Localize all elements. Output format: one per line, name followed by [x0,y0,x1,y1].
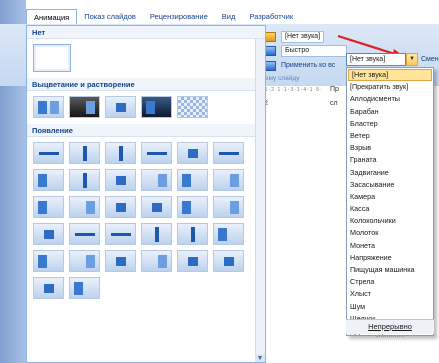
resize-grip[interactable] [376,336,404,339]
section-title-appear: Появление [27,124,265,137]
transition-thumb[interactable] [141,96,172,118]
transition-thumb[interactable] [141,196,172,218]
gallery-grid-none [27,39,265,72]
transition-thumb[interactable] [141,250,172,272]
dropdown-item[interactable]: Ветер [347,130,433,142]
apply-all-icon [265,60,276,71]
transition-none-thumb[interactable] [33,44,71,72]
transition-thumb[interactable] [69,250,100,272]
transition-thumb[interactable] [105,96,136,118]
transition-thumb[interactable] [69,169,100,191]
apply-all-button[interactable]: Применить ко вс [281,62,335,69]
sound-select[interactable]: [Нет звука] [281,30,325,43]
transition-thumb[interactable] [177,223,208,245]
transition-thumb[interactable] [69,223,100,245]
dropdown-item[interactable]: Касса [347,203,433,215]
section-title-none: Нет [27,26,265,39]
gallery-grid-fade [27,91,265,118]
dropdown-item[interactable]: Молоток [347,227,433,239]
transition-thumb[interactable] [213,250,244,272]
transition-thumb[interactable] [177,250,208,272]
transition-thumb[interactable] [177,169,208,191]
dropdown-item[interactable]: Аплодисменты [347,93,433,105]
apply-all-control: Применить ко вс [265,59,335,72]
transition-gallery: Нет Выцветание и растворение Появление ▼ [26,25,266,363]
transition-thumb[interactable] [141,223,172,245]
transition-thumb[interactable] [33,142,64,164]
sound-control: [Нет звука] [265,30,325,43]
dropdown-item[interactable]: Напряжение [347,252,433,264]
transition-thumb[interactable] [213,223,244,245]
sound-dropdown-list: [Нет звука] [Прекратить звук] Аплодисмен… [346,67,434,336]
dropdown-item[interactable]: Засасывание [347,179,433,191]
transition-thumb[interactable] [213,196,244,218]
transition-thumb[interactable] [105,250,136,272]
transition-thumb[interactable] [33,223,64,245]
sound-dropdown-field[interactable]: [Нет звука] [346,52,406,66]
transition-thumb[interactable] [177,142,208,164]
transition-thumb[interactable] [33,96,64,118]
transition-thumb[interactable] [105,223,136,245]
dropdown-item[interactable]: Стрела [347,276,433,288]
ribbon-tabs: Анимация Показ слайдов Рецензирование Ви… [26,8,326,24]
dropdown-item[interactable]: Граната [347,154,433,166]
sound-dropdown-header: [Нет звука] ▼ Смен [346,52,439,66]
scroll-down-icon[interactable]: ▼ [255,354,265,362]
transition-thumb[interactable] [33,169,64,191]
speed-control: Быстро [265,44,347,57]
transition-thumb[interactable] [33,196,64,218]
sound-icon [265,31,276,42]
chevron-down-icon[interactable]: ▼ [406,52,418,66]
transition-thumb[interactable] [141,169,172,191]
transition-thumb[interactable] [105,142,136,164]
speed-icon [265,45,276,56]
transition-thumb[interactable] [213,169,244,191]
section-title-fade: Выцветание и растворение [27,78,265,91]
dropdown-item[interactable]: Взрыв [347,142,433,154]
transition-thumb[interactable] [177,96,208,118]
transition-thumb[interactable] [33,277,64,299]
gallery-scrollbar[interactable]: ▼ [255,39,265,362]
transition-thumb[interactable] [105,196,136,218]
dropdown-item[interactable]: Камера [347,191,433,203]
loop-option[interactable]: Непрерывно [346,319,434,334]
dropdown-item[interactable]: Колокольчики [347,215,433,227]
transition-thumb[interactable] [105,169,136,191]
tab-view[interactable]: Вид [215,9,243,24]
transition-thumb[interactable] [141,142,172,164]
tab-slide-show[interactable]: Показ слайдов [77,9,143,24]
dropdown-item[interactable]: Шум [347,301,433,313]
transition-thumb[interactable] [33,250,64,272]
transition-thumb[interactable] [69,96,100,118]
tab-developer[interactable]: Разработчик [242,9,300,24]
transition-thumb[interactable] [213,142,244,164]
speed-select[interactable]: Быстро [281,44,347,57]
transition-thumb[interactable] [69,196,100,218]
loop-option-label: Непрерывно [368,322,412,331]
slide-group-label: тему слайду [262,75,300,82]
tab-review[interactable]: Рецензирование [143,9,215,24]
dropdown-item[interactable]: Барабан [347,106,433,118]
dropdown-item[interactable]: [Нет звука] [348,69,432,82]
dropdown-item[interactable]: [Прекратить звук] [347,81,433,93]
tab-animation[interactable]: Анимация [26,9,78,24]
gallery-grid-appear [27,137,265,299]
dropdown-item[interactable]: Хлыст [347,288,433,300]
transition-thumb[interactable] [69,277,100,299]
dropdown-item[interactable]: Монета [347,240,433,252]
edge-label: Пр [330,86,339,93]
change-slide-label: Смен [421,55,439,63]
transition-thumb[interactable] [69,142,100,164]
dropdown-item[interactable]: Задвигание [347,167,433,179]
dropdown-item[interactable]: Пищущая машинка [347,264,433,276]
dropdown-item[interactable]: Бластер [347,118,433,130]
transition-thumb[interactable] [177,196,208,218]
edge-label: сл [330,100,338,107]
